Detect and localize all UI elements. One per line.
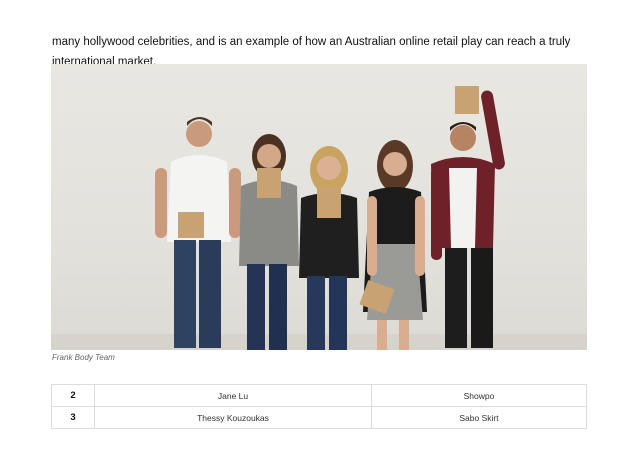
name-cell: Jane Lu xyxy=(94,384,372,407)
photo-caption: Frank Body Team xyxy=(52,353,115,362)
table-row: 3 Thessy Kouzoukas Sabo Skirt xyxy=(51,406,587,429)
name-cell: Thessy Kouzoukas xyxy=(94,406,372,429)
team-photo xyxy=(51,64,587,350)
rank-cell: 3 xyxy=(51,406,95,429)
person-5 xyxy=(431,86,505,348)
person-3 xyxy=(299,146,359,350)
company-cell: Sabo Skirt xyxy=(371,406,587,429)
team-photo-illustration xyxy=(51,86,587,350)
person-4 xyxy=(359,140,427,350)
table-row: 2 Jane Lu Showpo xyxy=(51,384,587,407)
person-2 xyxy=(239,134,299,350)
founders-table: 2 Jane Lu Showpo 3 Thessy Kouzoukas Sabo… xyxy=(51,384,587,429)
rank-cell: 2 xyxy=(51,384,95,407)
person-1 xyxy=(155,117,241,348)
company-cell: Showpo xyxy=(371,384,587,407)
